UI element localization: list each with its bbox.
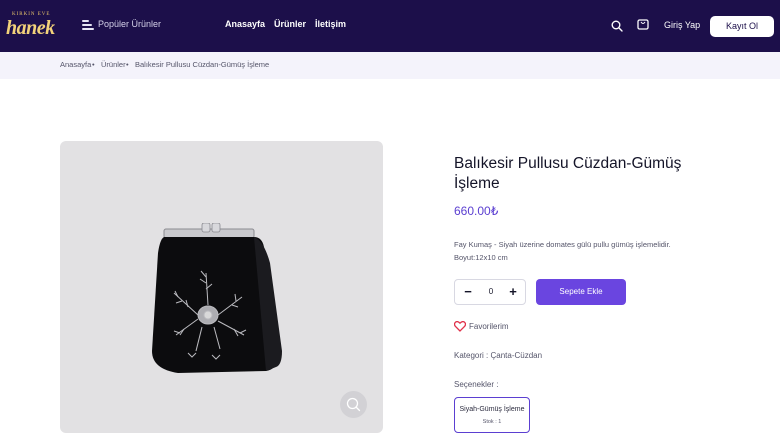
nav-contact[interactable]: İletişim (315, 19, 346, 29)
increment-button[interactable]: + (506, 285, 520, 299)
zoom-button[interactable] (340, 391, 367, 418)
popular-products-link[interactable]: Popüler Ürünler (98, 19, 161, 29)
breadcrumb-home[interactable]: Anasayfa (60, 60, 91, 69)
decrement-button[interactable]: − (461, 285, 475, 299)
bag-icon[interactable] (637, 17, 649, 30)
login-link[interactable]: Giriş Yap (664, 20, 700, 30)
product-title: Balıkesir Pullusu Cüzdan-Gümüş İşleme (454, 155, 682, 192)
breadcrumb-current: Balıkesir Pullusu Cüzdan-Gümüş İşleme (135, 60, 270, 69)
add-to-cart-button[interactable]: Sepete Ekle (536, 279, 626, 305)
top-header: KIRKIN EVE hanek Popüler Ürünler Anasayf… (0, 0, 780, 52)
nav-home[interactable]: Anasayfa (225, 19, 265, 29)
favorites-label: Favorilerim (469, 322, 509, 331)
option-name: Siyah-Gümüş İşleme (459, 406, 525, 413)
quantity-value[interactable]: 0 (481, 287, 501, 296)
product-description: Fay Kumaş - Siyah üzerine domates gülü p… (454, 238, 714, 264)
option-stock: Stok : 1 (482, 419, 502, 425)
options-label: Seçenekler : (454, 380, 499, 389)
zoom-icon (346, 397, 361, 412)
quantity-stepper: − 0 + (454, 279, 526, 305)
register-button[interactable]: Kayıt Ol (710, 16, 774, 37)
purse-image (152, 223, 282, 373)
menu-icon[interactable] (82, 20, 94, 30)
description-text: Fay Kumaş - Siyah üzerine domates gülü p… (454, 240, 671, 249)
breadcrumb-products[interactable]: Ürünler (101, 60, 126, 69)
breadcrumb-separator: • (92, 60, 95, 69)
description-size: Boyut:12x10 cm (454, 253, 508, 262)
search-icon[interactable] (611, 20, 623, 32)
logo-wordmark: hanek (6, 17, 55, 39)
heart-icon (454, 321, 466, 332)
brand-logo[interactable]: KIRKIN EVE hanek (6, 12, 56, 40)
product-price: 660.00₺ (454, 204, 499, 218)
breadcrumb-separator: • (126, 60, 129, 69)
product-category: Kategori : Çanta-Cüzdan (454, 351, 543, 360)
product-image[interactable] (60, 141, 383, 433)
option-card-selected[interactable]: Siyah-Gümüş İşleme Stok : 1 (454, 397, 530, 433)
nav-products[interactable]: Ürünler (274, 19, 306, 29)
